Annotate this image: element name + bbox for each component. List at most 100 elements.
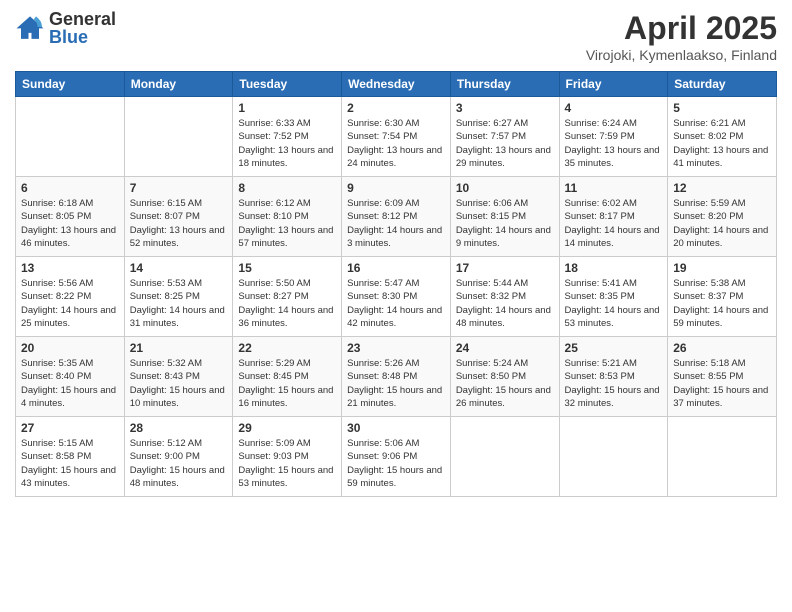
day-info: Sunrise: 5:26 AM Sunset: 8:48 PM Dayligh… xyxy=(347,357,445,410)
calendar-week-2: 13 Sunrise: 5:56 AM Sunset: 8:22 PM Dayli… xyxy=(16,257,777,337)
calendar-week-0: 1Sunrise: 6:33 AM Sunset: 7:52 PM Daylig… xyxy=(16,97,777,177)
logo-general-text: General xyxy=(49,10,116,28)
day-number: 14 xyxy=(130,261,228,275)
day-number: 19 xyxy=(673,261,771,275)
calendar-body: 1Sunrise: 6:33 AM Sunset: 7:52 PM Daylig… xyxy=(16,97,777,497)
calendar-cell: 28 Sunrise: 5:12 AM Sunset: 9:00 PM Dayli… xyxy=(124,417,233,497)
day-info: Sunrise: 6:33 AM Sunset: 7:52 PM Dayligh… xyxy=(238,117,336,170)
day-number: 27 xyxy=(21,421,119,435)
calendar-cell xyxy=(16,97,125,177)
calendar-cell xyxy=(559,417,668,497)
day-header-thursday: Thursday xyxy=(450,72,559,97)
day-info: Sunrise: 5:47 AM Sunset: 8:30 PM Dayligh… xyxy=(347,277,445,330)
page: General Blue April 2025 Virojoki, Kymenl… xyxy=(0,0,792,612)
day-info: Sunrise: 5:41 AM Sunset: 8:35 PM Dayligh… xyxy=(565,277,663,330)
day-number: 12 xyxy=(673,181,771,195)
calendar-cell: 3 Sunrise: 6:27 AM Sunset: 7:57 PM Daylig… xyxy=(450,97,559,177)
calendar-cell: 1Sunrise: 6:33 AM Sunset: 7:52 PM Daylig… xyxy=(233,97,342,177)
day-info: Sunrise: 5:21 AM Sunset: 8:53 PM Dayligh… xyxy=(565,357,663,410)
day-info: Sunrise: 5:44 AM Sunset: 8:32 PM Dayligh… xyxy=(456,277,554,330)
day-number: 30 xyxy=(347,421,445,435)
day-number: 3 xyxy=(456,101,554,115)
day-number: 26 xyxy=(673,341,771,355)
day-header-tuesday: Tuesday xyxy=(233,72,342,97)
day-number: 5 xyxy=(673,101,771,115)
calendar-cell xyxy=(668,417,777,497)
calendar-cell: 25Sunrise: 5:21 AM Sunset: 8:53 PM Dayli… xyxy=(559,337,668,417)
day-header-monday: Monday xyxy=(124,72,233,97)
day-number: 4 xyxy=(565,101,663,115)
calendar-cell: 10Sunrise: 6:06 AM Sunset: 8:15 PM Dayli… xyxy=(450,177,559,257)
header: General Blue April 2025 Virojoki, Kymenl… xyxy=(15,10,777,63)
day-info: Sunrise: 5:59 AM Sunset: 8:20 PM Dayligh… xyxy=(673,197,771,250)
day-header-sunday: Sunday xyxy=(16,72,125,97)
day-number: 17 xyxy=(456,261,554,275)
day-info: Sunrise: 5:09 AM Sunset: 9:03 PM Dayligh… xyxy=(238,437,336,490)
calendar-week-1: 6Sunrise: 6:18 AM Sunset: 8:05 PM Daylig… xyxy=(16,177,777,257)
day-headers-row: SundayMondayTuesdayWednesdayThursdayFrid… xyxy=(16,72,777,97)
day-info: Sunrise: 6:12 AM Sunset: 8:10 PM Dayligh… xyxy=(238,197,336,250)
calendar-cell: 17 Sunrise: 5:44 AM Sunset: 8:32 PM Dayli… xyxy=(450,257,559,337)
day-info: Sunrise: 6:09 AM Sunset: 8:12 PM Dayligh… xyxy=(347,197,445,250)
calendar-cell: 12 Sunrise: 5:59 AM Sunset: 8:20 PM Dayli… xyxy=(668,177,777,257)
calendar-header: SundayMondayTuesdayWednesdayThursdayFrid… xyxy=(16,72,777,97)
day-header-friday: Friday xyxy=(559,72,668,97)
day-number: 2 xyxy=(347,101,445,115)
day-info: Sunrise: 5:32 AM Sunset: 8:43 PM Dayligh… xyxy=(130,357,228,410)
subtitle: Virojoki, Kymenlaakso, Finland xyxy=(586,47,777,63)
title-block: April 2025 Virojoki, Kymenlaakso, Finlan… xyxy=(586,10,777,63)
calendar-cell: 7 Sunrise: 6:15 AM Sunset: 8:07 PM Daylig… xyxy=(124,177,233,257)
day-info: Sunrise: 5:35 AM Sunset: 8:40 PM Dayligh… xyxy=(21,357,119,410)
calendar-cell: 27 Sunrise: 5:15 AM Sunset: 8:58 PM Dayli… xyxy=(16,417,125,497)
day-number: 24 xyxy=(456,341,554,355)
calendar-cell: 21Sunrise: 5:32 AM Sunset: 8:43 PM Dayli… xyxy=(124,337,233,417)
calendar-week-3: 20 Sunrise: 5:35 AM Sunset: 8:40 PM Dayli… xyxy=(16,337,777,417)
day-info: Sunrise: 5:50 AM Sunset: 8:27 PM Dayligh… xyxy=(238,277,336,330)
day-info: Sunrise: 5:24 AM Sunset: 8:50 PM Dayligh… xyxy=(456,357,554,410)
calendar-cell: 19 Sunrise: 5:38 AM Sunset: 8:37 PM Dayli… xyxy=(668,257,777,337)
calendar-cell: 8Sunrise: 6:12 AM Sunset: 8:10 PM Daylig… xyxy=(233,177,342,257)
day-info: Sunrise: 5:29 AM Sunset: 8:45 PM Dayligh… xyxy=(238,357,336,410)
day-info: Sunrise: 5:06 AM Sunset: 9:06 PM Dayligh… xyxy=(347,437,445,490)
calendar-cell: 24 Sunrise: 5:24 AM Sunset: 8:50 PM Dayli… xyxy=(450,337,559,417)
logo-icon xyxy=(15,13,45,43)
day-number: 15 xyxy=(238,261,336,275)
day-number: 23 xyxy=(347,341,445,355)
day-number: 18 xyxy=(565,261,663,275)
day-info: Sunrise: 6:24 AM Sunset: 7:59 PM Dayligh… xyxy=(565,117,663,170)
calendar-cell: 9Sunrise: 6:09 AM Sunset: 8:12 PM Daylig… xyxy=(342,177,451,257)
day-info: Sunrise: 5:12 AM Sunset: 9:00 PM Dayligh… xyxy=(130,437,228,490)
day-info: Sunrise: 6:21 AM Sunset: 8:02 PM Dayligh… xyxy=(673,117,771,170)
day-info: Sunrise: 6:27 AM Sunset: 7:57 PM Dayligh… xyxy=(456,117,554,170)
calendar-week-4: 27 Sunrise: 5:15 AM Sunset: 8:58 PM Dayli… xyxy=(16,417,777,497)
day-info: Sunrise: 6:30 AM Sunset: 7:54 PM Dayligh… xyxy=(347,117,445,170)
logo-blue-text: Blue xyxy=(49,28,116,46)
calendar-cell: 2 Sunrise: 6:30 AM Sunset: 7:54 PM Daylig… xyxy=(342,97,451,177)
day-header-wednesday: Wednesday xyxy=(342,72,451,97)
day-number: 28 xyxy=(130,421,228,435)
calendar-cell: 26Sunrise: 5:18 AM Sunset: 8:55 PM Dayli… xyxy=(668,337,777,417)
day-header-saturday: Saturday xyxy=(668,72,777,97)
day-number: 6 xyxy=(21,181,119,195)
day-info: Sunrise: 6:15 AM Sunset: 8:07 PM Dayligh… xyxy=(130,197,228,250)
calendar-cell: 18 Sunrise: 5:41 AM Sunset: 8:35 PM Dayli… xyxy=(559,257,668,337)
calendar-cell: 15 Sunrise: 5:50 AM Sunset: 8:27 PM Dayli… xyxy=(233,257,342,337)
day-number: 7 xyxy=(130,181,228,195)
day-number: 13 xyxy=(21,261,119,275)
day-info: Sunrise: 5:56 AM Sunset: 8:22 PM Dayligh… xyxy=(21,277,119,330)
calendar-table: SundayMondayTuesdayWednesdayThursdayFrid… xyxy=(15,71,777,497)
day-number: 10 xyxy=(456,181,554,195)
day-number: 29 xyxy=(238,421,336,435)
day-info: Sunrise: 5:38 AM Sunset: 8:37 PM Dayligh… xyxy=(673,277,771,330)
calendar-cell xyxy=(124,97,233,177)
day-info: Sunrise: 5:15 AM Sunset: 8:58 PM Dayligh… xyxy=(21,437,119,490)
calendar-cell: 11Sunrise: 6:02 AM Sunset: 8:17 PM Dayli… xyxy=(559,177,668,257)
calendar-cell: 22Sunrise: 5:29 AM Sunset: 8:45 PM Dayli… xyxy=(233,337,342,417)
day-number: 11 xyxy=(565,181,663,195)
day-number: 20 xyxy=(21,341,119,355)
calendar-cell: 4 Sunrise: 6:24 AM Sunset: 7:59 PM Daylig… xyxy=(559,97,668,177)
calendar-cell: 30 Sunrise: 5:06 AM Sunset: 9:06 PM Dayli… xyxy=(342,417,451,497)
main-title: April 2025 xyxy=(586,10,777,47)
day-number: 16 xyxy=(347,261,445,275)
logo: General Blue xyxy=(15,10,116,46)
